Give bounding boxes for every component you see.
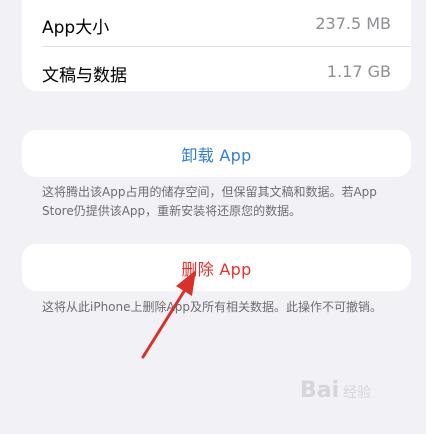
watermark-logo: Bai 经验 [300, 378, 371, 403]
watermark-site: 经验 [343, 385, 372, 401]
watermark-brand: Bai [300, 378, 340, 403]
annotation-arrow-icon [141, 270, 196, 359]
